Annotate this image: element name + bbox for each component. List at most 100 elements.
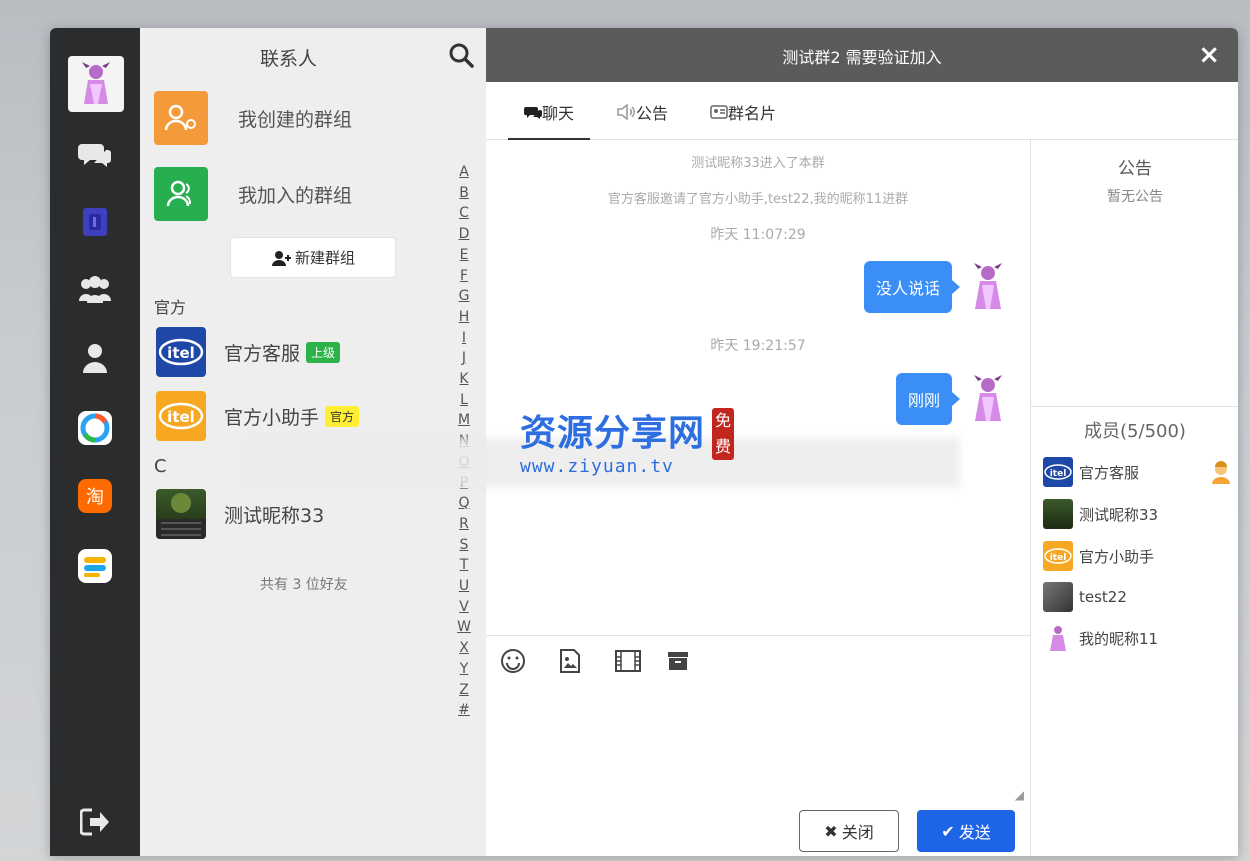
watermark: 资源分享网 www.ziyuan.tv 免费 [520, 404, 734, 477]
alphabet-letter[interactable]: S [454, 535, 474, 556]
itel-logo-avatar: itel [1043, 457, 1073, 487]
video-icon[interactable] [614, 648, 641, 674]
create-group-icon [154, 91, 208, 145]
tab-chat[interactable]: 聊天 [507, 100, 591, 140]
friend-name: 测试昵称33 [224, 504, 325, 527]
tab-label: 聊天 [542, 104, 575, 123]
tab-notice[interactable]: 公告 [616, 100, 668, 124]
my-avatar[interactable] [68, 56, 124, 112]
alphabet-letter[interactable]: M [454, 410, 474, 431]
system-message: 官方客服邀请了官方小助手,test22,我的昵称11进群 [607, 192, 909, 207]
member-item[interactable]: 测试昵称33 [1043, 498, 1233, 530]
member-name: 官方客服 [1079, 463, 1140, 482]
svg-text:itel: itel [1050, 469, 1067, 479]
alphabet-letter[interactable]: H [454, 307, 474, 328]
alphabet-letter[interactable]: T [454, 555, 474, 576]
alphabet-letter[interactable]: J [454, 348, 474, 369]
member-item[interactable]: itel 官方客服 [1043, 456, 1233, 488]
contacts-book-icon[interactable] [77, 204, 113, 240]
alphabet-letter[interactable]: Y [454, 659, 474, 680]
member-item[interactable]: itel 官方小助手 [1043, 540, 1233, 572]
send-label: 发送 [958, 823, 991, 842]
member-item[interactable]: 我的昵称11 [1043, 622, 1233, 654]
alphabet-letter[interactable]: F [454, 266, 474, 287]
alphabet-letter[interactable]: U [454, 576, 474, 597]
contacts-header: 联系人 [140, 28, 486, 82]
friend-item-official-assistant[interactable]: itel 官方小助手 官方 [156, 390, 360, 442]
itel-logo-avatar: itel [1043, 541, 1073, 571]
friend-item-test33[interactable]: 测试昵称33 [156, 488, 324, 540]
close-label: 关闭 [841, 823, 874, 842]
group-label: 我加入的群组 [238, 184, 353, 207]
system-message: 测试昵称33进入了本群 [691, 156, 825, 171]
alphabet-letter[interactable]: C [454, 203, 474, 224]
x-icon: ✖ [824, 821, 838, 841]
app-circle-icon[interactable] [77, 410, 113, 446]
message-bubble[interactable]: 没人说话 [863, 261, 961, 313]
nav-rail: 淘 [50, 28, 140, 856]
svg-text:淘: 淘 [86, 487, 104, 508]
alphabet-letter[interactable]: E [454, 245, 474, 266]
svg-text:itel: itel [167, 344, 195, 362]
resize-grip-icon[interactable]: ◢ [1015, 788, 1024, 802]
alphabet-letter[interactable]: A [454, 162, 474, 183]
section-c: C [154, 456, 167, 477]
alphabet-letter[interactable]: L [454, 390, 474, 411]
alphabet-letter[interactable]: D [454, 224, 474, 245]
sender-avatar[interactable] [966, 260, 1010, 314]
member-name: 我的昵称11 [1079, 629, 1159, 648]
itel-logo-avatar: itel [156, 327, 206, 377]
alphabet-letter[interactable]: Q [454, 493, 474, 514]
alphabet-letter[interactable]: X [454, 638, 474, 659]
my-joined-groups[interactable]: 我加入的群组 [154, 166, 352, 222]
emoji-icon[interactable] [500, 648, 526, 674]
alphabet-letter[interactable]: R [454, 514, 474, 535]
alphabet-letter[interactable]: V [454, 597, 474, 618]
speaker-icon [617, 104, 635, 120]
new-group-button[interactable]: 新建群组 [230, 237, 396, 278]
message-row: 没人说话 [863, 260, 1010, 314]
add-user-icon [271, 250, 291, 266]
taobao-icon[interactable]: 淘 [77, 478, 113, 514]
sender-avatar[interactable] [966, 372, 1010, 426]
archive-icon[interactable] [666, 648, 692, 674]
close-button[interactable]: ✖ 关闭 [799, 810, 899, 852]
watermark-seal: 免费 [712, 408, 734, 460]
search-icon[interactable] [448, 42, 474, 68]
group-icon[interactable] [77, 272, 113, 308]
logout-icon[interactable] [77, 804, 113, 840]
alphabet-letter[interactable]: W [454, 617, 474, 638]
alphabet-letter[interactable]: I [454, 328, 474, 349]
alphabet-letter[interactable]: B [454, 183, 474, 204]
tab-group-card[interactable]: 群名片 [710, 100, 776, 124]
photo-avatar [156, 489, 206, 539]
app-square-icon[interactable] [77, 548, 113, 584]
member-name: 官方小助手 [1079, 547, 1155, 566]
alphabet-letter[interactable]: K [454, 369, 474, 390]
alphabet-letter[interactable]: # [454, 700, 474, 721]
svg-text:itel: itel [1050, 553, 1067, 563]
id-card-icon [710, 105, 728, 119]
alphabet-letter[interactable]: Z [454, 680, 474, 701]
watermark-url: www.ziyuan.tv [520, 456, 674, 477]
send-button[interactable]: ✔ 发送 [917, 810, 1015, 852]
friend-item-official-service[interactable]: itel 官方客服 上级 [156, 326, 341, 378]
role-badge: 官方 [325, 405, 360, 427]
close-icon[interactable]: × [1198, 40, 1220, 70]
chat-icon[interactable] [77, 136, 113, 172]
section-official: 官方 [154, 298, 187, 317]
person-icon[interactable] [77, 340, 113, 376]
my-created-groups[interactable]: 我创建的群组 [154, 90, 352, 146]
photo-avatar [1043, 499, 1073, 529]
message-bubble[interactable]: 刚刚 [895, 373, 961, 425]
member-item[interactable]: test22 [1043, 581, 1233, 613]
watermark-brand: 资源分享网 [520, 412, 706, 454]
joined-group-icon [154, 167, 208, 221]
anime-avatar [1043, 623, 1073, 653]
chat-tabs: 聊天 公告 群名片 [486, 82, 1238, 140]
group-label: 我创建的群组 [238, 108, 353, 131]
message-list: 测试昵称33进入了本群 官方客服邀请了官方小助手,test22,我的昵称11进群… [486, 140, 1030, 635]
image-icon[interactable] [558, 648, 584, 674]
alphabet-letter[interactable]: G [454, 286, 474, 307]
tab-label: 公告 [636, 104, 669, 123]
